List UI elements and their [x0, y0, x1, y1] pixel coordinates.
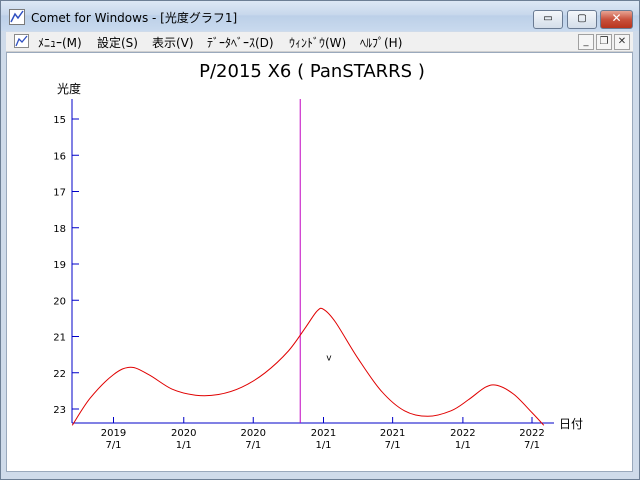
y-tick-label: 16: [53, 151, 66, 162]
x-tick-label-year: 2022: [450, 428, 475, 439]
menu-window[interactable]: ｳｨﾝﾄﾞｳ(W): [289, 34, 346, 51]
x-tick-label-date: 7/1: [105, 440, 121, 451]
chart-title: P/2015 X6 ( PanSTARRS ): [199, 61, 425, 82]
y-axis-label: 光度: [57, 81, 81, 96]
curve-annotation: v: [326, 353, 332, 363]
x-tick-label-year: 2019: [101, 428, 126, 439]
menu-settings[interactable]: 設定(S): [97, 34, 138, 51]
y-tick-label: 20: [53, 296, 66, 307]
x-tick-label-date: 1/1: [176, 440, 192, 451]
y-tick-label: 18: [53, 224, 66, 235]
x-tick-label-date: 7/1: [385, 440, 401, 451]
y-tick-label: 17: [53, 188, 66, 199]
y-tick-label: 21: [53, 333, 66, 344]
x-tick-label-date: 1/1: [455, 440, 471, 451]
y-tick-label: 22: [53, 369, 66, 380]
x-tick-label-date: 7/1: [245, 440, 261, 451]
menu-help[interactable]: ﾍﾙﾌﾟ(H): [360, 34, 402, 51]
magnitude-curve: [71, 307, 545, 426]
app-window: Comet for Windows - [光度グラフ1] ▭ ▢ ✕ ﾒﾆｭｰ(…: [0, 0, 640, 480]
y-tick-label: 19: [53, 260, 66, 271]
menu-menu[interactable]: ﾒﾆｭｰ(M): [38, 34, 82, 51]
x-tick-label-year: 2021: [380, 428, 405, 439]
mdi-restore-button[interactable]: ❐: [596, 34, 612, 50]
minimize-button[interactable]: ▭: [533, 10, 563, 29]
window-title: Comet for Windows - [光度グラフ1]: [31, 11, 238, 25]
mdi-minimize-button[interactable]: _: [578, 34, 594, 50]
mdi-close-button[interactable]: ✕: [614, 34, 630, 50]
app-icon: [9, 9, 25, 25]
document-icon[interactable]: [14, 34, 29, 48]
menu-database[interactable]: ﾃﾞｰﾀﾍﾞｰｽ(D): [207, 34, 274, 51]
magnitude-chart: P/2015 X6 ( PanSTARRS ) 光度 日付 15 16 17 18 19…: [53, 61, 583, 451]
y-tick-label: 15: [53, 115, 66, 126]
x-tick-label-year: 2022: [519, 428, 544, 439]
menu-view[interactable]: 表示(V): [152, 34, 194, 51]
menu-bar: ﾒﾆｭｰ(M) 設定(S) 表示(V) ﾃﾞｰﾀﾍﾞｰｽ(D) ｳｨﾝﾄﾞｳ(W…: [6, 32, 633, 52]
x-tick-label-year: 2020: [171, 428, 196, 439]
x-tick-label-year: 2021: [311, 428, 336, 439]
x-tick-label-year: 2020: [241, 428, 266, 439]
x-tick-label-date: 1/1: [315, 440, 331, 451]
graph-area: P/2015 X6 ( PanSTARRS ) 光度 日付 15 16 17 18 19…: [6, 52, 633, 472]
maximize-button[interactable]: ▢: [567, 10, 597, 29]
x-axis-label: 日付: [559, 417, 583, 431]
x-tick-label-date: 7/1: [524, 440, 540, 451]
title-bar[interactable]: Comet for Windows - [光度グラフ1] ▭ ▢ ✕: [1, 1, 639, 31]
y-tick-label: 23: [53, 405, 66, 416]
close-button[interactable]: ✕: [600, 10, 633, 29]
